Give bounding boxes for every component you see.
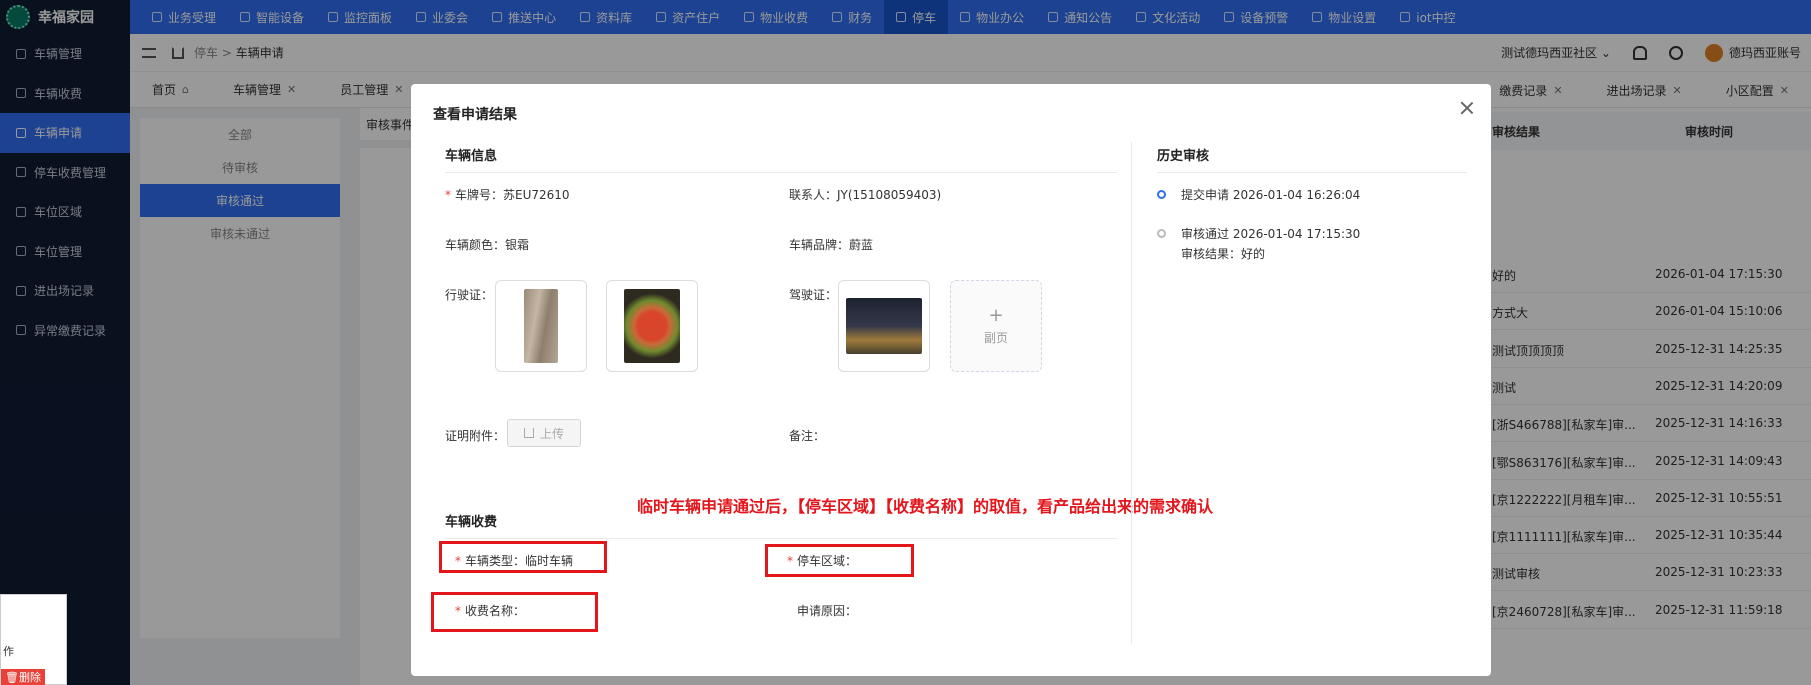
delete-label: 删除	[18, 671, 41, 684]
close-icon[interactable]	[1459, 100, 1475, 116]
history-item-2-result: 审核结果：好的	[1181, 247, 1266, 261]
modal-title: 查看申请结果	[433, 107, 517, 123]
contact-field: 联系人：JY(15108059403)	[789, 188, 942, 202]
back-page-label: 副页	[983, 330, 1008, 345]
upload-button[interactable]: 上传	[507, 419, 581, 447]
driving-license-image-2[interactable]	[606, 280, 698, 372]
section-divider	[1157, 172, 1467, 173]
brand-field: 车辆品牌：蔚蓝	[789, 238, 874, 252]
timeline-dot	[1157, 190, 1166, 199]
history-title: 历史审核	[1157, 149, 1210, 164]
mini-text: 作	[3, 645, 14, 658]
driver-license-image[interactable]	[838, 280, 930, 372]
vertical-divider	[1131, 142, 1132, 644]
plate-text: 车牌号：苏EU72610	[455, 188, 570, 202]
delete-button[interactable]: 🗑 删除	[1, 669, 45, 685]
history-item-2: 审核通过 2026-01-04 17:15:30	[1181, 227, 1361, 241]
license-photo	[846, 298, 922, 354]
mini-popup: 作 🗑 删除	[0, 594, 67, 685]
fee-title: 车辆收费	[445, 515, 498, 530]
attachment-label: 证明附件：	[445, 429, 506, 443]
highlight-box	[765, 544, 914, 577]
timeline-dot	[1157, 229, 1166, 238]
highlight-box	[439, 541, 607, 573]
apply-result-modal: 查看申请结果 车辆信息 * 车牌号：苏EU72610 联系人：JY(1510805…	[411, 84, 1491, 676]
required-mark: *	[445, 188, 451, 202]
back-page-upload[interactable]: + 副页	[950, 280, 1042, 372]
plus-icon: +	[988, 304, 1004, 326]
license-photo	[624, 289, 680, 363]
remark-field: 备注：	[789, 429, 826, 443]
upload-label: 上传	[539, 426, 564, 441]
section-divider	[445, 538, 1117, 539]
section-divider	[445, 172, 1117, 173]
annotation-text: 临时车辆申请通过后，【停车区域】【收费名称】的取值，看产品给出来的需求确认	[637, 497, 1214, 516]
driving-license-label: 行驶证：	[445, 288, 494, 302]
trash-icon: 🗑	[5, 670, 19, 684]
vehicle-info-title: 车辆信息	[445, 149, 498, 164]
upload-icon	[523, 428, 534, 438]
history-item-1: 提交申请 2026-01-04 16:26:04	[1181, 188, 1361, 202]
license-photo	[524, 289, 558, 363]
driving-license-image-1[interactable]	[495, 280, 587, 372]
plate-field: * 车牌号：苏EU72610	[445, 186, 570, 203]
reason-field: 申请原因：	[797, 604, 858, 618]
driver-license-label: 驾驶证：	[789, 288, 838, 302]
highlight-box	[431, 592, 598, 632]
color-field: 车辆颜色：银霜	[445, 238, 530, 252]
